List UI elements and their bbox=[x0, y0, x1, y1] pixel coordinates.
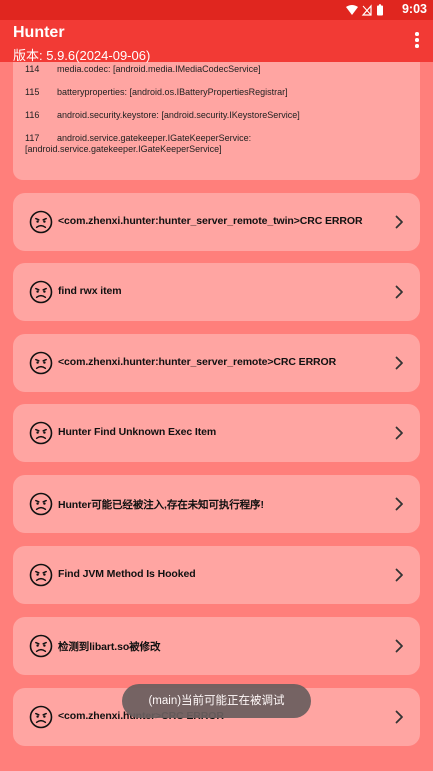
status-time: 9:03 bbox=[401, 2, 427, 16]
wifi-icon bbox=[346, 5, 358, 15]
service-row: 115 batteryproperties: [android.os.IBatte… bbox=[25, 87, 408, 98]
detection-item-label: <com.zhenxi.hunter:hunter_server_remote>… bbox=[58, 356, 337, 368]
detection-item-label: <com.zhenxi.hunter:hunter_server_remote_… bbox=[58, 215, 363, 227]
sad-face-icon bbox=[29, 210, 53, 234]
chevron-right-icon[interactable] bbox=[395, 497, 404, 511]
chevron-right-icon[interactable] bbox=[395, 639, 404, 653]
chevron-right-icon[interactable] bbox=[395, 426, 404, 440]
results-list[interactable]: 114 media.codec: [android.media.IMediaCod… bbox=[0, 62, 433, 771]
detection-item-label: Hunter可能已经被注入,存在未知可执行程序! bbox=[58, 499, 264, 511]
service-number: 117 bbox=[25, 133, 40, 143]
chevron-right-icon[interactable] bbox=[395, 356, 404, 370]
no-signal-icon bbox=[361, 4, 372, 16]
sad-face-icon bbox=[29, 351, 53, 375]
chevron-right-icon[interactable] bbox=[395, 215, 404, 229]
sad-face-icon bbox=[29, 421, 53, 445]
detection-item[interactable]: find rwx item bbox=[13, 263, 420, 321]
app-version: 版本: 5.9.6(2024-09-06) bbox=[13, 48, 151, 63]
detection-item[interactable]: 检测到libart.so被修改 bbox=[13, 617, 420, 675]
service-text-continued: [android.service.gatekeeper.IGateKeeperS… bbox=[25, 144, 222, 154]
chevron-right-icon[interactable] bbox=[395, 568, 404, 582]
service-text: batteryproperties: [android.os.IBatteryP… bbox=[57, 87, 288, 97]
detection-item-label: 检测到libart.so被修改 bbox=[58, 641, 161, 653]
detection-item-label: Hunter Find Unknown Exec Item bbox=[58, 426, 217, 438]
detection-item[interactable]: <com.zhenxi.hunter:hunter_server_remote_… bbox=[13, 193, 420, 251]
battery-icon bbox=[377, 4, 383, 16]
chevron-right-icon[interactable] bbox=[395, 710, 404, 724]
service-number: 114 bbox=[25, 64, 40, 74]
toast-message: (main)当前可能正在被调试 bbox=[122, 684, 311, 718]
service-row: 114 media.codec: [android.media.IMediaCod… bbox=[25, 64, 408, 75]
service-text: android.security.keystore: [android.secu… bbox=[57, 110, 300, 120]
sad-face-icon bbox=[29, 705, 53, 729]
service-row: 116 android.security.keystore: [android.s… bbox=[25, 110, 408, 121]
detection-item[interactable]: Hunter可能已经被注入,存在未知可执行程序! bbox=[13, 475, 420, 533]
service-number: 116 bbox=[25, 110, 40, 120]
service-list-card: 114 media.codec: [android.media.IMediaCod… bbox=[13, 62, 420, 180]
status-icons bbox=[346, 4, 383, 16]
service-text: media.codec: [android.media.IMediaCodecS… bbox=[57, 64, 261, 74]
app-title: Hunter bbox=[13, 24, 65, 41]
service-text: android.service.gatekeeper.IGateKeeperSe… bbox=[57, 133, 252, 143]
status-bar: 9:03 bbox=[0, 0, 433, 20]
sad-face-icon bbox=[29, 634, 53, 658]
detection-item[interactable]: Hunter Find Unknown Exec Item bbox=[13, 404, 420, 462]
sad-face-icon bbox=[29, 492, 53, 516]
chevron-right-icon[interactable] bbox=[395, 285, 404, 299]
detection-item-label: find rwx item bbox=[58, 285, 122, 297]
detection-item[interactable]: Find JVM Method Is Hooked bbox=[13, 546, 420, 604]
more-vert-icon[interactable] bbox=[413, 32, 421, 50]
sad-face-icon bbox=[29, 563, 53, 587]
sad-face-icon bbox=[29, 280, 53, 304]
detection-item[interactable]: <com.zhenxi.hunter:hunter_server_remote>… bbox=[13, 334, 420, 392]
detection-item-label: Find JVM Method Is Hooked bbox=[58, 568, 196, 580]
app-bar: Hunter 版本: 5.9.6(2024-09-06) bbox=[0, 20, 433, 63]
service-number: 115 bbox=[25, 87, 40, 97]
service-row: 117 android.service.gatekeeper.IGateKeepe… bbox=[25, 133, 408, 155]
